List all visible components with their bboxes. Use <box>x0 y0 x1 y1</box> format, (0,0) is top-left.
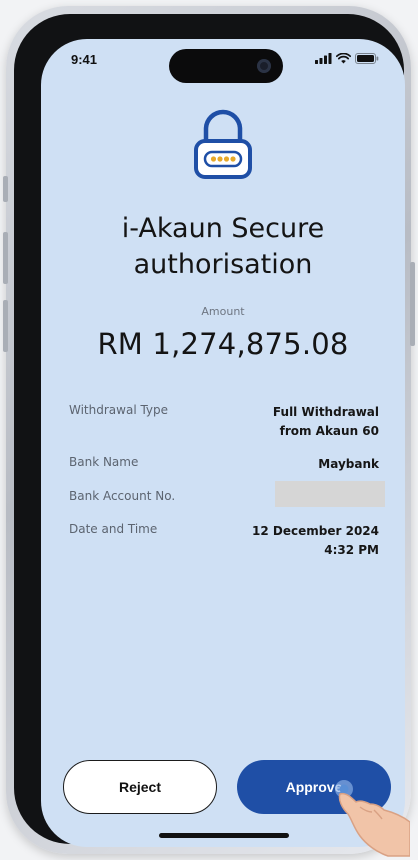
amount-value: RM 1,274,875.08 <box>97 327 349 361</box>
date-time-value-line1: 12 December 2024 <box>252 524 379 538</box>
bank-name-value: Maybank <box>318 457 379 471</box>
home-indicator[interactable] <box>159 833 289 838</box>
withdrawal-type-label: Withdrawal Type <box>69 403 169 417</box>
date-time-value-line2: 4:32 PM <box>324 543 379 557</box>
lock-icon <box>193 109 253 181</box>
bank-account-label: Bank Account No. <box>69 489 176 503</box>
app-screen: 9:41 i-Akaun Secure authorisation Amount… <box>41 39 405 847</box>
dynamic-island <box>169 49 283 83</box>
volume-up-button <box>3 232 8 284</box>
volume-down-button <box>3 300 8 352</box>
status-icons <box>315 53 379 64</box>
reject-button[interactable]: Reject <box>63 760 217 814</box>
power-button <box>410 262 415 346</box>
date-time-label: Date and Time <box>69 522 158 536</box>
amount-label: Amount <box>201 305 245 318</box>
status-time: 9:41 <box>71 52 98 67</box>
action-button <box>3 176 8 202</box>
withdrawal-type-value: Full Withdrawal from Akaun 60 <box>273 403 379 441</box>
page: 9:41 i-Akaun Secure authorisation Amount… <box>0 0 418 860</box>
pointing-hand-icon <box>330 780 411 860</box>
wifi-icon <box>336 53 351 64</box>
bank-name-label: Bank Name <box>69 455 139 469</box>
date-time-value: 12 December 2024 4:32 PM <box>252 522 379 560</box>
phone-body: 9:41 i-Akaun Secure authorisation Amount… <box>14 14 405 847</box>
page-title: i-Akaun Secure authorisation <box>121 213 325 280</box>
battery-icon <box>355 53 379 64</box>
withdrawal-type-value-line1: Full Withdrawal <box>272 405 379 419</box>
signal-icon <box>315 53 332 64</box>
bank-account-masked-value <box>275 481 385 507</box>
withdrawal-type-value-line2: from Akaun 60 <box>279 424 379 438</box>
front-camera <box>257 59 271 73</box>
